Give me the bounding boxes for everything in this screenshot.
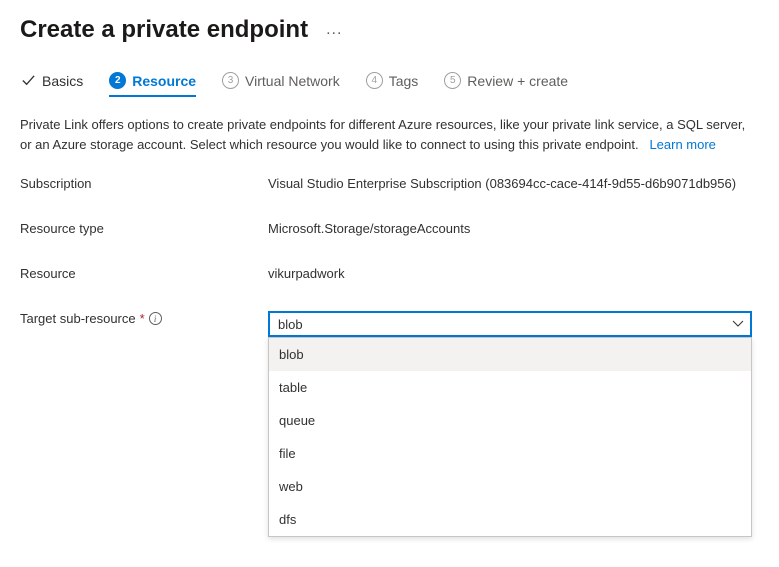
row-target-sub-resource: Target sub-resource * i blob blob table … (20, 311, 759, 337)
tab-tags-label: Tags (389, 73, 419, 89)
row-resource: Resource vikurpadwork (20, 266, 759, 281)
value-resource-type: Microsoft.Storage/storageAccounts (268, 221, 759, 236)
more-actions-button[interactable]: ... (320, 21, 348, 39)
tab-resource-label: Resource (132, 73, 196, 89)
step-number-icon: 5 (444, 72, 461, 89)
tab-description: Private Link offers options to create pr… (20, 115, 759, 154)
step-number-icon: 3 (222, 72, 239, 89)
tab-review-label: Review + create (467, 73, 568, 89)
label-resource: Resource (20, 266, 268, 281)
info-icon[interactable]: i (149, 312, 162, 325)
value-resource: vikurpadwork (268, 266, 759, 281)
required-asterisk: * (140, 311, 145, 326)
tab-vnet-label: Virtual Network (245, 73, 340, 89)
label-resource-type: Resource type (20, 221, 268, 236)
tab-review-create[interactable]: 5 Review + create (444, 72, 568, 97)
dropdown-option-blob[interactable]: blob (269, 338, 751, 371)
target-sub-resource-select[interactable]: blob (268, 311, 752, 337)
dropdown-option-queue[interactable]: queue (269, 404, 751, 437)
learn-more-link[interactable]: Learn more (649, 137, 715, 152)
description-text: Private Link offers options to create pr… (20, 117, 745, 152)
target-sub-resource-dropdown: blob table queue file web dfs (268, 337, 752, 537)
row-subscription: Subscription Visual Studio Enterprise Su… (20, 176, 759, 191)
step-number-icon: 4 (366, 72, 383, 89)
row-resource-type: Resource type Microsoft.Storage/storageA… (20, 221, 759, 236)
select-value: blob (278, 317, 303, 332)
wizard-tabs: Basics 2 Resource 3 Virtual Network 4 Ta… (20, 72, 759, 97)
dropdown-option-dfs[interactable]: dfs (269, 503, 751, 536)
step-number-icon: 2 (109, 72, 126, 89)
target-sub-resource-select-wrapper: blob blob table queue file web dfs (268, 311, 752, 337)
label-target-sub-resource: Target sub-resource * i (20, 311, 268, 326)
dropdown-option-file[interactable]: file (269, 437, 751, 470)
dropdown-option-web[interactable]: web (269, 470, 751, 503)
label-subscription: Subscription (20, 176, 268, 191)
chevron-down-icon (732, 318, 744, 330)
page-header: Create a private endpoint ... (20, 16, 759, 44)
label-target-sub-text: Target sub-resource (20, 311, 136, 326)
tab-basics-label: Basics (42, 73, 83, 89)
value-subscription: Visual Studio Enterprise Subscription (0… (268, 176, 759, 191)
tab-resource[interactable]: 2 Resource (109, 72, 196, 97)
page-title: Create a private endpoint (20, 16, 308, 44)
tab-tags[interactable]: 4 Tags (366, 72, 419, 97)
tab-virtual-network[interactable]: 3 Virtual Network (222, 72, 340, 97)
tab-basics[interactable]: Basics (20, 73, 83, 97)
checkmark-icon (20, 73, 36, 89)
dropdown-option-table[interactable]: table (269, 371, 751, 404)
